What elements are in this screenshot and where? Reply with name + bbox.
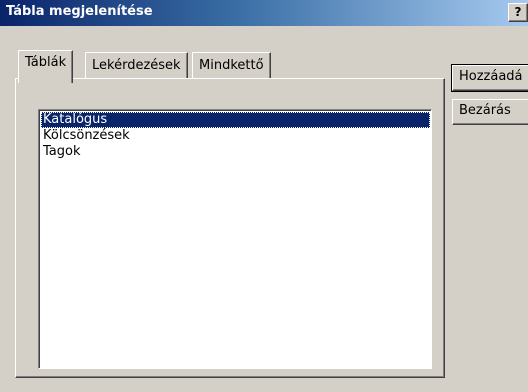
add-button[interactable]: Hozzáadá	[451, 64, 528, 92]
help-button[interactable]: ?	[508, 3, 528, 22]
list-item-katalogus[interactable]: Katalógus	[41, 112, 430, 128]
tab-both[interactable]: Mindkettő	[192, 52, 271, 80]
list-item-tagok[interactable]: Tagok	[41, 144, 430, 160]
show-table-dialog: Tábla megjelenítése ? Táblák Lekérdezése…	[0, 0, 528, 392]
tab-panel-tables: Katalógus Kölcsönzések Tagok	[15, 78, 445, 378]
tab-queries[interactable]: Lekérdezések	[85, 52, 188, 80]
close-button[interactable]: Bezárás	[452, 99, 528, 125]
dialog-title: Tábla megjelenítése	[6, 4, 153, 19]
tab-tables[interactable]: Táblák	[18, 50, 74, 83]
table-listbox[interactable]: Katalógus Kölcsönzések Tagok	[38, 109, 432, 369]
list-item-kolcsonzesek[interactable]: Kölcsönzések	[41, 128, 430, 144]
title-bar[interactable]: Tábla megjelenítése ?	[0, 0, 528, 26]
